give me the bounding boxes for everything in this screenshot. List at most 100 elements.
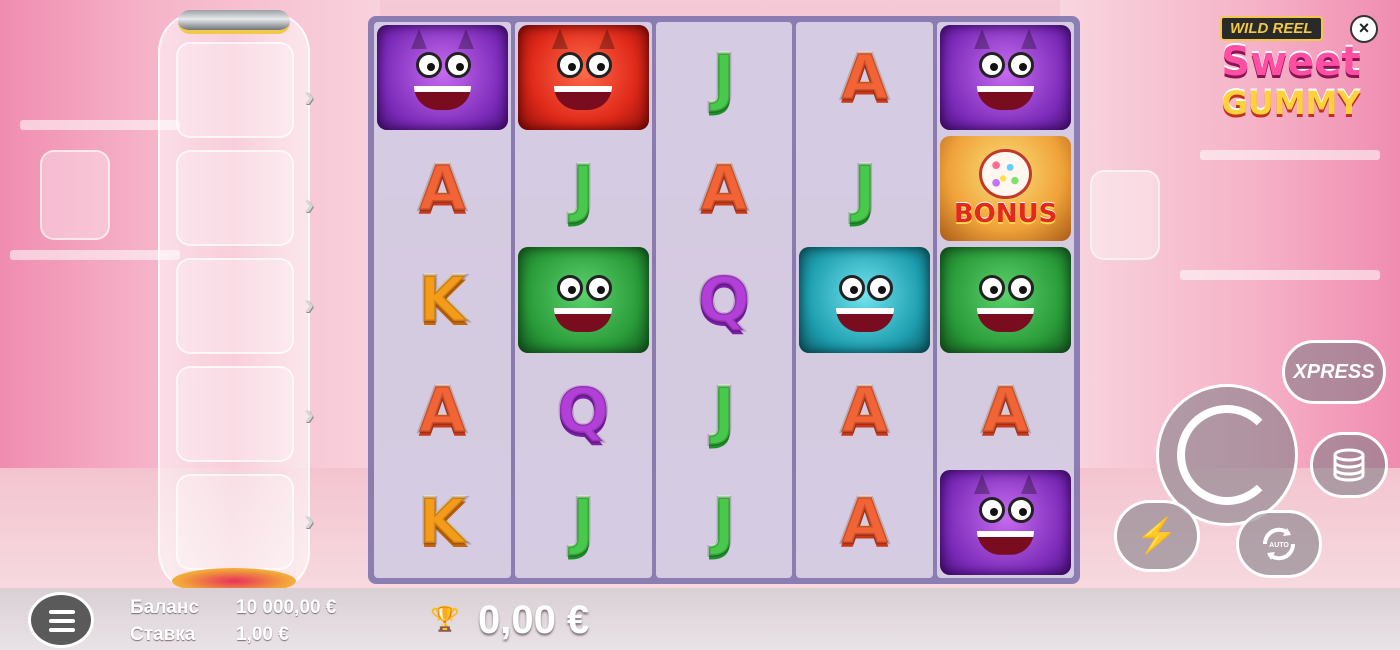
gumball-icon	[979, 148, 1032, 200]
reel-grid: A K A K J Q J J A Q J J A J A A BONUS A	[374, 22, 1074, 578]
reel-cell: BONUS	[937, 133, 1074, 244]
reel-1: AKAK	[374, 22, 511, 578]
symbol-j: J	[711, 485, 737, 559]
reel-cell: K	[374, 244, 511, 355]
symbol-a: A	[417, 151, 468, 225]
monster-eye	[979, 274, 1006, 301]
reel-3: JAQJJ	[655, 22, 793, 578]
reel-cell	[796, 244, 933, 355]
tube-slot	[176, 258, 294, 354]
monster-mouth	[413, 86, 472, 111]
symbol-a: A	[980, 374, 1031, 448]
symbol-q: Q	[555, 374, 611, 448]
symbol-a: A	[839, 374, 890, 448]
balance-label: Баланс	[130, 597, 199, 618]
reel-cell: A	[937, 356, 1074, 467]
monster-mouth	[976, 530, 1035, 555]
monster-eye	[585, 52, 612, 79]
reel-cell: A	[656, 133, 793, 244]
reel-2: JQJ	[514, 22, 652, 578]
reel-cell	[515, 22, 652, 133]
autoplay-button[interactable]: AUTO	[1236, 510, 1322, 578]
monster-mouth	[836, 308, 894, 333]
monster-horn	[974, 474, 991, 495]
monster-eye	[585, 274, 612, 301]
shelf	[10, 250, 180, 260]
monster-mouth	[554, 308, 612, 333]
candy-jar	[1090, 170, 1160, 260]
coins-icon	[1333, 448, 1365, 482]
symbol-purple-monster	[940, 469, 1071, 576]
monster-eye	[1008, 274, 1035, 301]
reel-5: BONUS A	[937, 22, 1074, 578]
monster-horn	[1021, 29, 1038, 50]
menu-button[interactable]	[28, 592, 94, 648]
symbol-j: J	[570, 151, 596, 225]
candy-jar	[40, 150, 110, 240]
reel-4: AJAA	[796, 22, 934, 578]
autoplay-icon: AUTO	[1262, 527, 1296, 561]
monster-eye	[1008, 52, 1035, 79]
bonus-label: BONUS	[953, 199, 1058, 230]
menu-icon	[49, 628, 75, 632]
trophy-icon: 🏆	[430, 606, 460, 633]
logo-badge: WILD REEL	[1220, 16, 1323, 41]
monster-eye	[557, 52, 584, 79]
reel-cell: A	[374, 133, 511, 244]
menu-icon	[49, 619, 75, 623]
monster-horn	[551, 29, 568, 50]
symbol-red-monster	[517, 25, 649, 131]
symbol-purple-monster	[940, 25, 1071, 131]
lightning-icon: ⚡	[1135, 517, 1179, 555]
monster-horn	[411, 29, 427, 50]
reel-cell	[937, 244, 1074, 355]
monster-horn	[974, 29, 991, 50]
reel-cell: K	[374, 467, 511, 578]
bet-coins-button[interactable]	[1310, 432, 1388, 498]
symbol-j: J	[570, 485, 596, 559]
monster-horn	[1021, 474, 1038, 495]
reel-cell: J	[515, 133, 652, 244]
symbol-a: A	[839, 40, 890, 114]
reel-cell: J	[515, 467, 652, 578]
balance-value: 10 000,00 €	[236, 597, 337, 618]
logo-subtitle: GUMMY	[1221, 84, 1361, 122]
bet-value[interactable]: 1,00 €	[236, 624, 289, 646]
reel-cell: J	[796, 133, 933, 244]
reel-cell: A	[796, 356, 933, 467]
reel-cell: A	[796, 22, 933, 133]
win-value: 0,00 €	[478, 598, 590, 642]
symbol-teal-monster	[799, 247, 931, 353]
shelf	[1180, 270, 1380, 280]
monster-eye	[979, 497, 1006, 524]
chevron-right-icon: ›	[304, 398, 314, 431]
monster-eye	[838, 274, 865, 301]
symbol-a: A	[699, 151, 750, 225]
reel-cell: J	[656, 22, 793, 133]
symbol-purple-monster	[377, 25, 508, 131]
reel-cell: A	[796, 467, 933, 578]
chevron-right-icon: ›	[304, 288, 314, 321]
turbo-button[interactable]: ⚡	[1114, 500, 1200, 572]
tube-cap	[178, 10, 290, 34]
tube-slot	[176, 366, 294, 462]
xpress-label: XPRESS	[1293, 360, 1375, 383]
chevron-right-icon: ›	[304, 80, 314, 113]
xpress-button[interactable]: XPRESS	[1282, 340, 1386, 404]
reel-cell: Q	[656, 244, 793, 355]
symbol-q: Q	[696, 263, 752, 336]
tube-slot	[176, 474, 294, 570]
symbol-bonus-gumball: BONUS	[940, 136, 1071, 242]
autoplay-label: AUTO	[1269, 542, 1289, 549]
reel-frame: A K A K J Q J J A Q J J A J A A BONUS A	[368, 16, 1080, 584]
monster-eye	[979, 52, 1006, 79]
tube-slot	[176, 150, 294, 246]
reel-cell	[374, 22, 511, 133]
monster-eye	[867, 274, 894, 301]
bet-label: Ставка	[130, 624, 196, 645]
reel-cell	[515, 244, 652, 355]
monster-mouth	[976, 86, 1035, 111]
monster-mouth	[554, 86, 612, 111]
close-button[interactable]: ×	[1350, 15, 1378, 43]
reel-cell: Q	[515, 356, 652, 467]
